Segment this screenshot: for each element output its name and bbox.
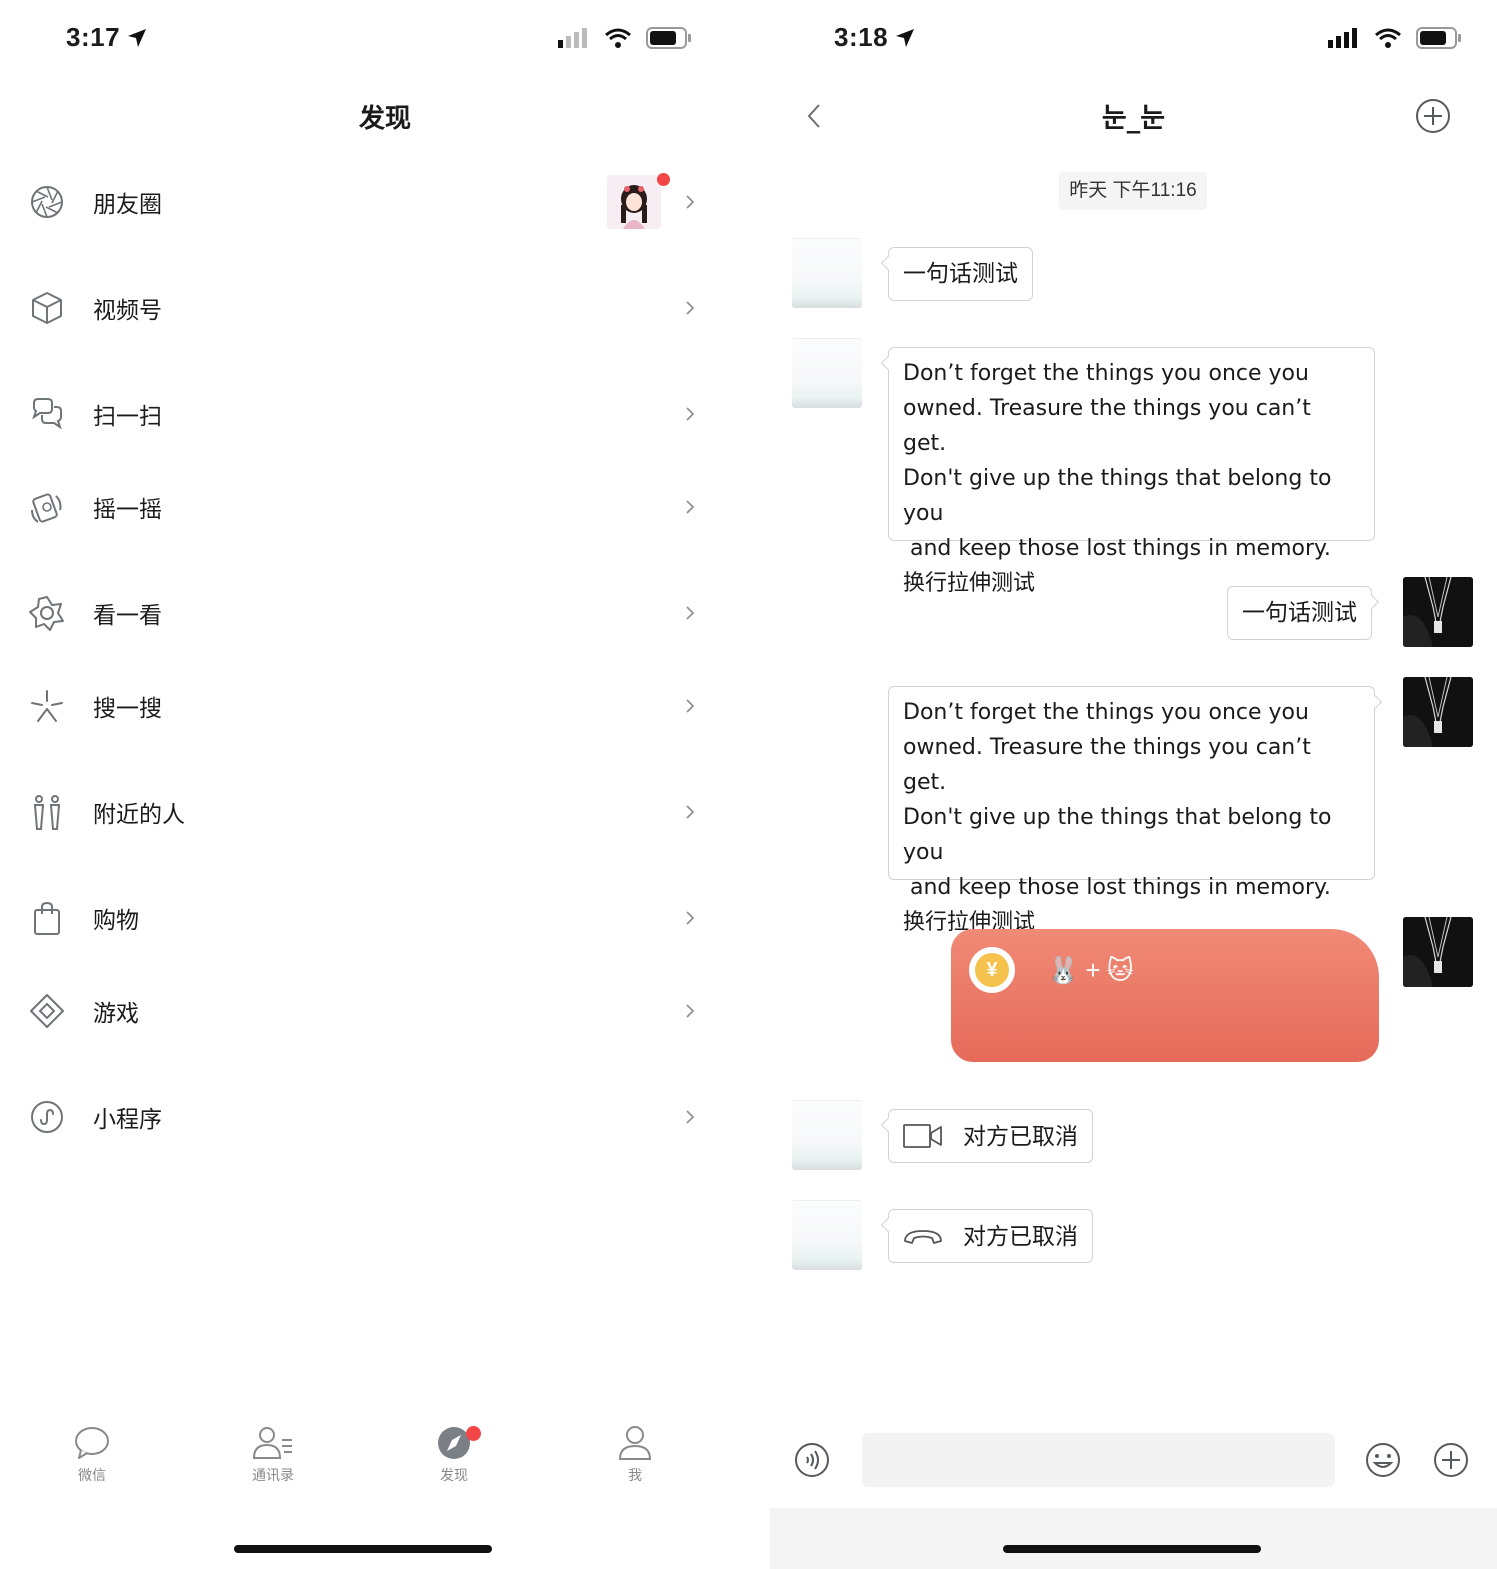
shake-icon	[31, 493, 62, 523]
chat-title: 눈_눈	[1101, 103, 1166, 134]
tab-chats[interactable]: 微信	[37, 1425, 147, 1485]
message-input[interactable]	[862, 1433, 1335, 1487]
voice-input-icon[interactable]	[793, 1441, 831, 1479]
signal-icon	[1328, 28, 1357, 48]
my-avatar[interactable]	[1403, 917, 1473, 987]
tab-discover[interactable]: 发现	[399, 1425, 509, 1485]
my-avatar[interactable]	[1403, 577, 1473, 647]
add-circle-icon[interactable]	[1414, 97, 1452, 135]
message-bubble[interactable]: Don’t forget the things you once you own…	[880, 347, 1375, 596]
menu-label: 视频号	[93, 297, 162, 323]
menu-label: 搜一搜	[93, 695, 162, 721]
chevron-right-icon	[686, 407, 695, 421]
emoji-icon[interactable]	[1364, 1441, 1402, 1479]
menu-label: 游戏	[93, 1000, 139, 1026]
chevron-right-icon	[686, 1110, 695, 1124]
home-indicator	[234, 1545, 492, 1553]
tab-bar: 微信 通讯录 发现 我	[0, 1425, 726, 1505]
avatar[interactable]	[792, 1200, 862, 1270]
chevron-right-icon	[686, 500, 695, 514]
shopping-bag-icon	[34, 901, 60, 935]
tab-contacts[interactable]: 通讯录	[218, 1425, 328, 1485]
person-icon	[618, 1426, 652, 1460]
red-packet-text: 🐰 + 🐱	[1047, 955, 1134, 985]
menu-item-shopping[interactable]: 购物	[0, 883, 730, 953]
page-title: 发现	[358, 103, 411, 133]
star-flower-icon	[29, 596, 64, 631]
video-call-message[interactable]: 对方已取消	[880, 1109, 1093, 1163]
mini-program-icon	[31, 1101, 63, 1133]
menu-item-search[interactable]: 搜一搜	[0, 671, 730, 741]
message-bubble[interactable]: Don’t forget the things you once you own…	[888, 686, 1383, 935]
battery-icon	[646, 27, 691, 49]
status-icons	[558, 26, 692, 50]
status-icons	[1328, 26, 1462, 50]
aperture-icon	[31, 186, 63, 218]
menu-item-games[interactable]: 游戏	[0, 976, 730, 1046]
menu-label: 小程序	[93, 1106, 162, 1132]
discover-screen: 3:17 发现 朋友圈 视频号 扫一扫 摇一摇 看一看 搜一搜 附近的人 购物 …	[0, 0, 770, 1569]
wifi-icon	[605, 28, 631, 48]
more-plus-icon[interactable]	[1432, 1441, 1470, 1479]
menu-label: 朋友圈	[93, 191, 162, 217]
contacts-icon	[252, 1427, 292, 1459]
battery-icon	[1416, 27, 1461, 49]
sparkle-search-icon	[31, 690, 63, 722]
phone-hangup-icon	[904, 1230, 942, 1244]
coin-icon: ¥	[969, 947, 1015, 993]
chevron-right-icon	[686, 301, 695, 315]
chevron-right-icon	[686, 805, 695, 819]
menu-item-mini-programs[interactable]: 小程序	[0, 1082, 730, 1152]
status-time: 3:18	[834, 22, 916, 53]
message-timestamp: 昨天 下午11:16	[1059, 172, 1207, 210]
menu-label: 附近的人	[93, 801, 185, 827]
home-indicator	[1003, 1545, 1261, 1553]
cube-icon	[32, 292, 62, 324]
menu-label: 摇一摇	[93, 496, 162, 522]
tab-me[interactable]: 我	[580, 1425, 690, 1485]
menu-item-top-stories[interactable]: 看一看	[0, 578, 730, 648]
chevron-right-icon	[686, 195, 695, 209]
discover-badge-dot	[466, 1426, 481, 1441]
safe-area	[770, 1508, 1497, 1569]
avatar[interactable]	[792, 338, 862, 408]
avatar[interactable]	[792, 1100, 862, 1170]
menu-label: 扫一扫	[93, 403, 162, 429]
chat-bubble-icon	[75, 1427, 109, 1459]
video-camera-icon	[903, 1124, 942, 1148]
chevron-right-icon	[686, 911, 695, 925]
scan-icon	[32, 398, 62, 430]
menu-item-shake[interactable]: 摇一摇	[0, 472, 730, 542]
red-packet-message[interactable]: ¥ 🐰 + 🐱	[951, 929, 1379, 1062]
menu-label: 购物	[93, 907, 139, 933]
chevron-right-icon	[686, 1004, 695, 1018]
message-bubble[interactable]: 一句话测试	[1227, 586, 1380, 640]
voice-call-message[interactable]: 对方已取消	[880, 1209, 1093, 1263]
input-bar	[770, 1425, 1497, 1505]
location-arrow-icon	[128, 28, 147, 47]
menu-item-moments[interactable]: 朋友圈	[0, 167, 730, 237]
wifi-icon	[1375, 28, 1401, 48]
chat-screen: 3:18 눈_눈 昨天 下午11:16 一句话测试 Don’t forget t…	[770, 0, 1497, 1569]
menu-item-nearby[interactable]: 附近的人	[0, 777, 730, 847]
message-bubble[interactable]: 一句话测试	[880, 247, 1033, 301]
menu-item-channels[interactable]: 视频号	[0, 273, 730, 343]
my-avatar[interactable]	[1403, 677, 1473, 747]
menu-item-scan[interactable]: 扫一扫	[0, 379, 730, 449]
status-time: 3:17	[66, 22, 148, 53]
menu-label: 看一看	[93, 602, 162, 628]
signal-icon	[558, 28, 587, 48]
new-moments-dot	[657, 173, 670, 186]
diamond-game-icon	[30, 994, 64, 1028]
moments-preview-thumbnail	[607, 175, 661, 229]
location-arrow-icon	[896, 28, 915, 47]
people-icon	[33, 795, 61, 830]
chevron-right-icon	[686, 699, 695, 713]
chevron-right-icon	[686, 606, 695, 620]
avatar[interactable]	[792, 238, 862, 308]
